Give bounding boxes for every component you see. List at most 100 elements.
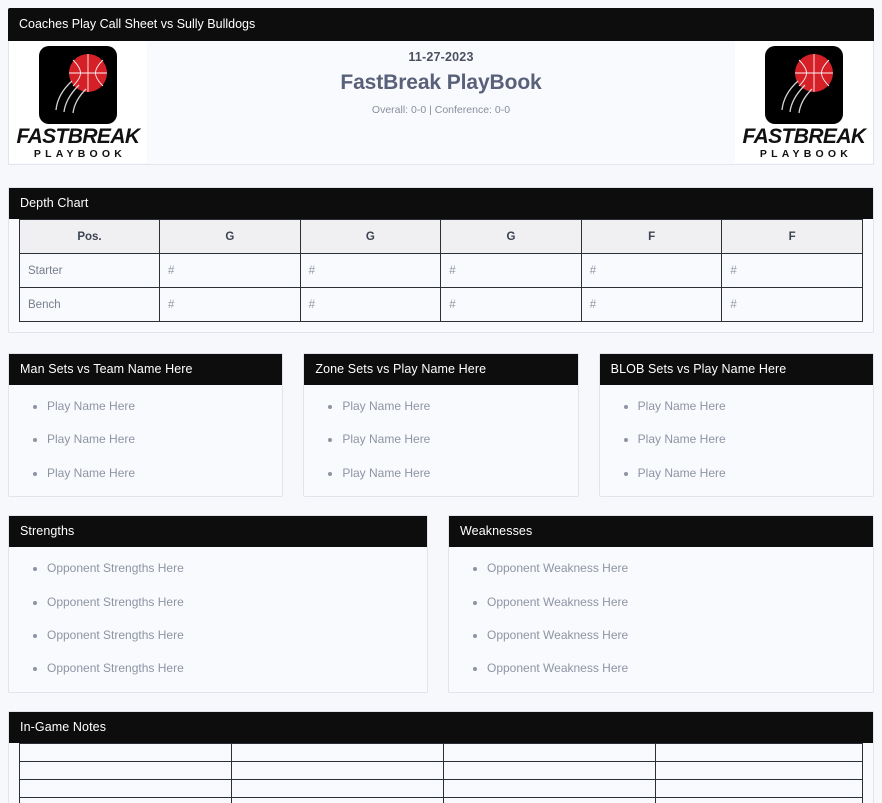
list-item[interactable]: Opponent Weakness Here: [487, 561, 863, 575]
play-call-sheet-page: Coaches Play Call Sheet vs Sully Bulldog…: [0, 0, 882, 803]
logo-wordmark-bottom: PLAYBOOK: [33, 148, 127, 160]
weaknesses-list: Opponent Weakness Here Opponent Weakness…: [449, 547, 873, 692]
in-game-notes-body: [9, 742, 873, 803]
zone-sets-play-list: Play Name Here Play Name Here Play Name …: [304, 385, 577, 496]
list-item[interactable]: Opponent Strengths Here: [47, 561, 417, 575]
note-cell[interactable]: [443, 742, 656, 762]
table-row: [19, 778, 863, 798]
sets-row: Man Sets vs Team Name Here Play Name Her…: [8, 353, 874, 498]
starter-g2-cell[interactable]: #: [299, 253, 442, 288]
starter-g1-cell[interactable]: #: [159, 253, 301, 288]
page-title: FastBreak PlayBook: [340, 71, 542, 94]
logo-wordmark-top: FASTBREAK: [742, 125, 867, 148]
basketball-logo-icon: [39, 46, 117, 124]
list-item[interactable]: Play Name Here: [342, 466, 567, 480]
list-item[interactable]: Play Name Here: [638, 432, 863, 446]
sheet-title-bar: Coaches Play Call Sheet vs Sully Bulldog…: [8, 8, 874, 41]
man-sets-play-list: Play Name Here Play Name Here Play Name …: [9, 385, 282, 496]
logo-wordmark: FASTBREAK PLAYBOOK: [742, 125, 867, 160]
note-cell[interactable]: [231, 760, 444, 780]
table-row: [19, 742, 863, 762]
depth-chart-table: Pos. G G G F F Starter # # # # # Bench #…: [19, 219, 863, 322]
logo-left: FASTBREAK PLAYBOOK: [9, 41, 147, 163]
note-cell[interactable]: [655, 760, 863, 780]
note-cell[interactable]: [231, 742, 444, 762]
man-sets-card: Man Sets vs Team Name Here Play Name Her…: [8, 353, 284, 498]
note-cell[interactable]: [443, 760, 656, 780]
blob-sets-header: BLOB Sets vs Play Name Here: [599, 354, 873, 385]
logo-wordmark: FASTBREAK PLAYBOOK: [16, 125, 141, 160]
list-item[interactable]: Play Name Here: [47, 466, 272, 480]
zone-sets-card: Zone Sets vs Play Name Here Play Name He…: [303, 353, 579, 498]
note-cell[interactable]: [19, 742, 232, 762]
note-cell[interactable]: [655, 778, 863, 798]
note-cell[interactable]: [231, 778, 444, 798]
sheet-banner: FASTBREAK PLAYBOOK 11-27-2023 FastBreak …: [8, 41, 874, 165]
column-header-g1: G: [159, 219, 301, 254]
list-item[interactable]: Opponent Strengths Here: [47, 661, 417, 675]
depth-chart-body: Pos. G G G F F Starter # # # # # Bench #…: [9, 219, 873, 322]
bench-g1-cell[interactable]: #: [159, 287, 301, 322]
bench-g2-cell[interactable]: #: [299, 287, 442, 322]
starter-g3-cell[interactable]: #: [440, 253, 582, 288]
column-header-f1: F: [580, 219, 723, 254]
note-cell[interactable]: [19, 760, 232, 780]
logo-right: FASTBREAK PLAYBOOK: [735, 41, 873, 163]
table-row: [19, 760, 863, 780]
list-item[interactable]: Opponent Strengths Here: [47, 628, 417, 642]
scouting-row: Strengths Opponent Strengths Here Oppone…: [8, 515, 874, 693]
banner-text-block: 11-27-2023 FastBreak PlayBook Overall: 0…: [147, 41, 735, 164]
weaknesses-card: Weaknesses Opponent Weakness Here Oppone…: [448, 515, 874, 693]
table-row: [19, 796, 863, 803]
column-header-g3: G: [440, 219, 582, 254]
in-game-notes-table: [19, 742, 863, 803]
list-item[interactable]: Play Name Here: [638, 399, 863, 413]
list-item[interactable]: Play Name Here: [638, 466, 863, 480]
note-cell[interactable]: [19, 778, 232, 798]
blob-sets-card: BLOB Sets vs Play Name Here Play Name He…: [598, 353, 874, 498]
list-item[interactable]: Play Name Here: [342, 432, 567, 446]
column-header-pos: Pos.: [19, 219, 160, 254]
list-item[interactable]: Opponent Weakness Here: [487, 661, 863, 675]
note-cell[interactable]: [231, 796, 444, 803]
zone-sets-header: Zone Sets vs Play Name Here: [304, 354, 578, 385]
list-item[interactable]: Play Name Here: [342, 399, 567, 413]
logo-wordmark-top: FASTBREAK: [16, 125, 141, 148]
weaknesses-header: Weaknesses: [449, 516, 873, 548]
logo-wordmark-bottom: PLAYBOOK: [759, 148, 853, 160]
blob-sets-play-list: Play Name Here Play Name Here Play Name …: [600, 385, 873, 496]
column-header-g2: G: [299, 219, 442, 254]
strengths-card: Strengths Opponent Strengths Here Oppone…: [8, 515, 428, 693]
list-item[interactable]: Opponent Strengths Here: [47, 595, 417, 609]
row-label-bench: Bench: [19, 287, 160, 322]
table-row: Starter # # # # #: [19, 253, 863, 288]
depth-chart-header: Depth Chart: [9, 188, 873, 219]
bench-g3-cell[interactable]: #: [440, 287, 582, 322]
depth-chart-card: Depth Chart Pos. G G G F F Starter # # #…: [8, 187, 874, 333]
team-record: Overall: 0-0 | Conference: 0-0: [371, 104, 511, 116]
note-cell[interactable]: [655, 742, 863, 762]
bench-f2-cell[interactable]: #: [721, 287, 863, 322]
starter-f2-cell[interactable]: #: [721, 253, 863, 288]
list-item[interactable]: Play Name Here: [47, 399, 272, 413]
note-cell[interactable]: [19, 796, 232, 803]
list-item[interactable]: Opponent Weakness Here: [487, 628, 863, 642]
man-sets-header: Man Sets vs Team Name Here: [9, 354, 283, 385]
column-header-f2: F: [721, 219, 863, 254]
strengths-header: Strengths: [9, 516, 427, 548]
strengths-list: Opponent Strengths Here Opponent Strengt…: [9, 547, 427, 692]
starter-f1-cell[interactable]: #: [580, 253, 723, 288]
row-label-starter: Starter: [19, 253, 160, 288]
bench-f1-cell[interactable]: #: [580, 287, 723, 322]
list-item[interactable]: Opponent Weakness Here: [487, 595, 863, 609]
note-cell[interactable]: [655, 796, 863, 803]
depth-chart-header-row: Pos. G G G F F: [19, 219, 863, 254]
list-item[interactable]: Play Name Here: [47, 432, 272, 446]
note-cell[interactable]: [443, 796, 656, 803]
in-game-notes-header: In-Game Notes: [9, 711, 873, 743]
game-date: 11-27-2023: [408, 50, 474, 64]
table-row: Bench # # # # #: [19, 287, 863, 322]
in-game-notes-card: In-Game Notes: [8, 710, 874, 803]
basketball-logo-icon: [765, 46, 843, 124]
note-cell[interactable]: [443, 778, 656, 798]
